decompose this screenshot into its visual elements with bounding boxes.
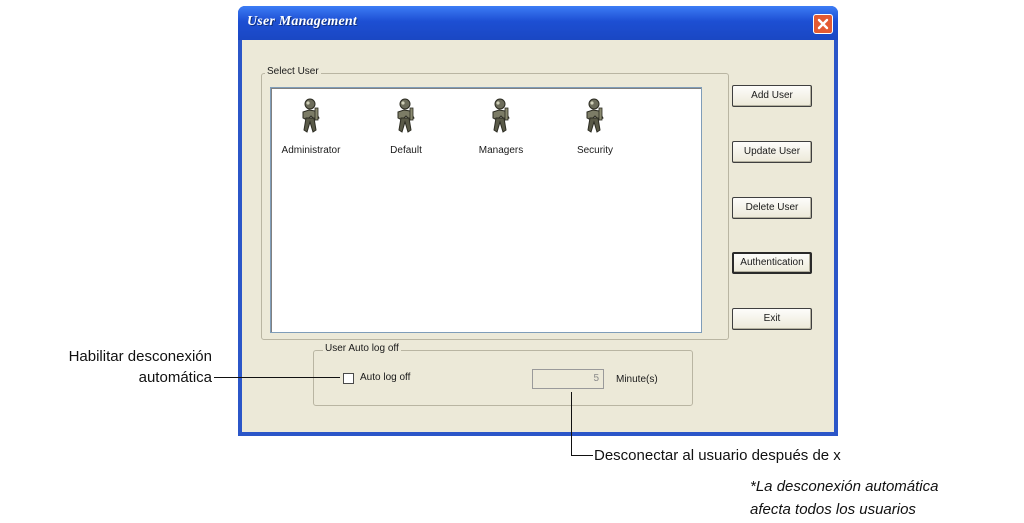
user-name: Managers — [478, 145, 524, 156]
delete-user-button[interactable]: Delete User — [732, 197, 812, 219]
enable-auto-logoff-annotation: Habilitar desconexión automática — [0, 346, 212, 388]
window-title: User Management — [247, 14, 357, 29]
user-item-managers[interactable]: Managers — [461, 98, 541, 156]
user-key-icon — [302, 98, 320, 133]
user-item-default[interactable]: Default — [366, 98, 446, 156]
auto-logoff-checkbox[interactable] — [343, 373, 354, 384]
user-name: Default — [390, 145, 422, 156]
minutes-input[interactable]: 5 — [532, 369, 604, 389]
user-key-icon — [397, 98, 415, 133]
close-icon — [817, 18, 829, 30]
auto-logoff-label: User Auto log off — [323, 343, 401, 354]
user-list[interactable]: Administrator Default Managers Security — [270, 87, 702, 333]
select-user-label: Select User — [265, 66, 321, 77]
enable-annotation-line1: Habilitar desconexión — [68, 348, 212, 365]
auto-logoff-checkbox-label: Auto log off — [360, 372, 411, 383]
exit-button[interactable]: Exit — [732, 308, 812, 330]
update-user-button[interactable]: Update User — [732, 141, 812, 163]
auto-logoff-note: *La desconexión automática afecta todos … — [750, 475, 938, 521]
note-line1: *La desconexión automática — [750, 478, 939, 495]
enable-leader-line — [214, 377, 340, 378]
user-name: Administrator — [281, 145, 341, 156]
disconnect-leader-vertical — [571, 392, 572, 455]
user-name: Security — [576, 145, 614, 156]
authentication-button[interactable]: Authentication — [732, 252, 812, 274]
minutes-label: Minute(s) — [616, 374, 658, 385]
user-item-security[interactable]: Security — [555, 98, 635, 156]
add-user-button[interactable]: Add User — [732, 85, 812, 107]
user-management-window: User Management Select User Administrato… — [238, 6, 838, 436]
user-item-administrator[interactable]: Administrator — [271, 98, 351, 156]
disconnect-annotation: Desconectar al usuario después de x — [594, 447, 841, 464]
close-button[interactable] — [813, 14, 833, 34]
user-key-icon — [492, 98, 510, 133]
dialog-client-area: Select User Administrator Default Manage… — [242, 40, 834, 432]
user-key-icon — [586, 98, 604, 133]
title-bar[interactable]: User Management — [238, 6, 838, 40]
note-line2: afecta todos los usuarios — [750, 501, 916, 518]
disconnect-leader-horizontal — [571, 455, 593, 456]
enable-annotation-line2: automática — [138, 369, 212, 386]
